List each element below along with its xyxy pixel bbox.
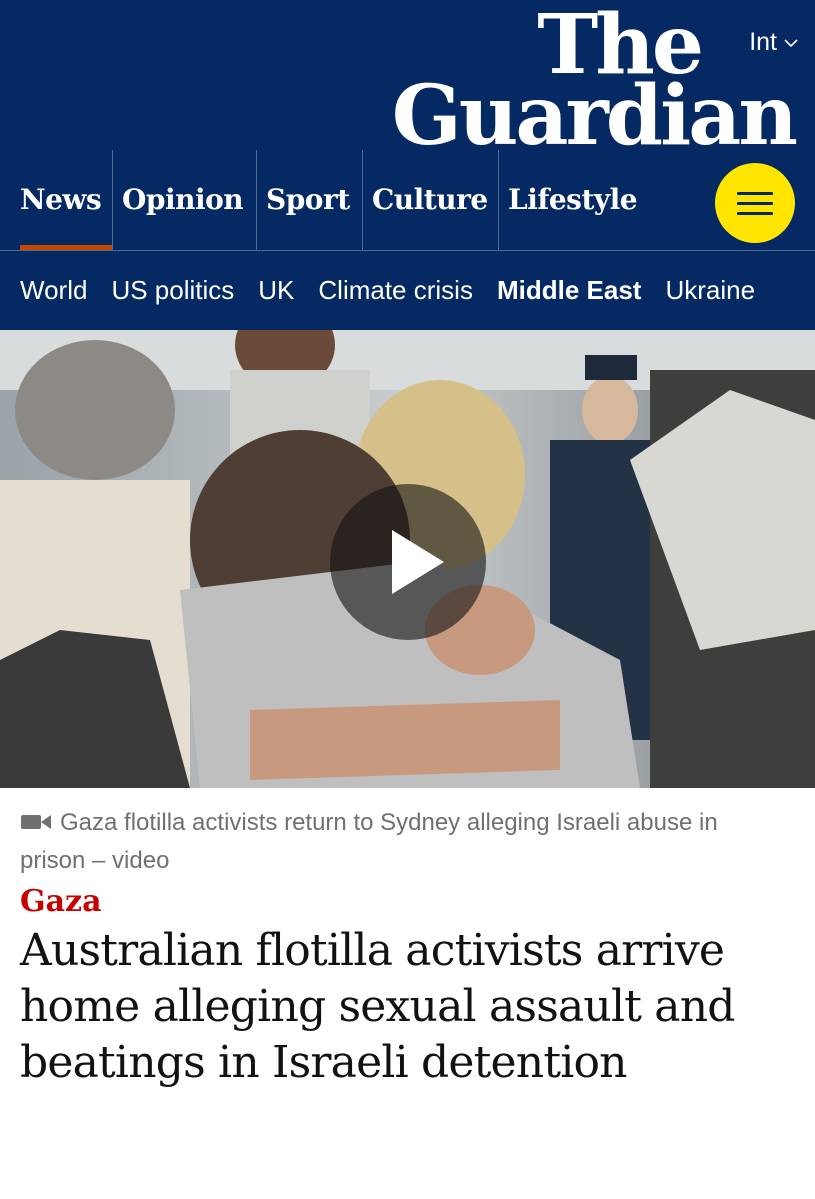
- subnav-fade: [755, 251, 815, 330]
- pillar-opinion[interactable]: Opinion: [112, 150, 256, 250]
- video-player[interactable]: [0, 330, 815, 788]
- logo-line-2: Guardian: [391, 67, 798, 164]
- subnav-ukraine[interactable]: Ukraine: [645, 275, 755, 306]
- hamburger-line: [737, 201, 773, 205]
- article-headline: Australian flotilla activists arrive hom…: [20, 925, 735, 1088]
- pillar-nav: News Opinion Sport Culture Lifestyle: [0, 150, 638, 250]
- menu-button[interactable]: [715, 163, 795, 243]
- pillar-culture[interactable]: Culture: [362, 150, 498, 250]
- subnav: World US politics UK Climate crisis Midd…: [0, 251, 815, 330]
- play-button[interactable]: [328, 482, 488, 642]
- subnav-middle-east[interactable]: Middle East: [477, 275, 641, 306]
- subnav-us-politics[interactable]: US politics: [91, 275, 234, 306]
- pillar-sport[interactable]: Sport: [256, 150, 362, 250]
- site-header: Int The Guardian News Opinion Sport Cult…: [0, 0, 815, 330]
- pillar-news[interactable]: News: [0, 150, 112, 250]
- caption-text: Gaza flotilla activists return to Sydney…: [20, 809, 718, 874]
- subnav-uk[interactable]: UK: [238, 275, 294, 306]
- video-camera-icon: [21, 814, 51, 829]
- hamburger-line: [737, 211, 773, 215]
- pillar-lifestyle[interactable]: Lifestyle: [498, 150, 638, 250]
- article-kicker[interactable]: Gaza: [0, 878, 815, 919]
- subnav-climate-crisis[interactable]: Climate crisis: [298, 275, 473, 306]
- hamburger-icon: [737, 191, 773, 195]
- guardian-logo[interactable]: The Guardian: [391, 4, 798, 164]
- media-caption: Gaza flotilla activists return to Sydney…: [0, 788, 815, 878]
- subnav-world[interactable]: World: [0, 275, 87, 306]
